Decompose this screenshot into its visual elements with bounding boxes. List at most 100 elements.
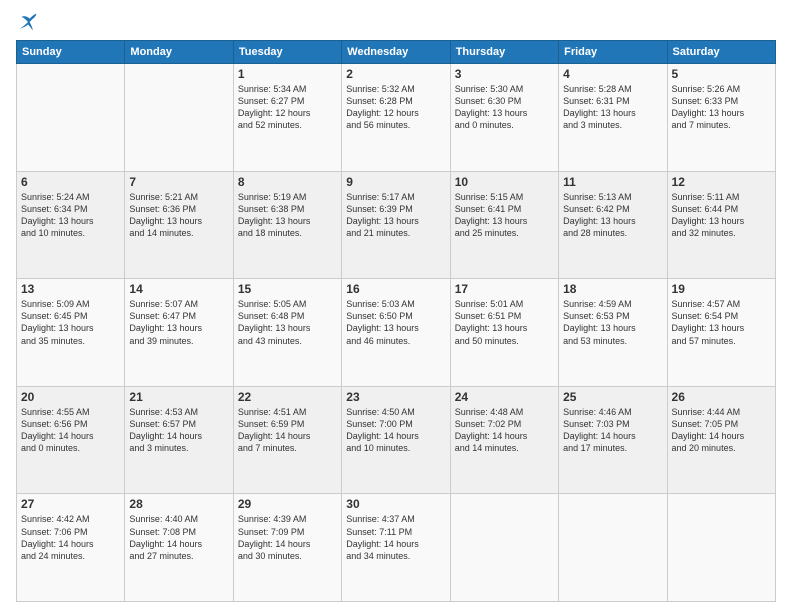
calendar-cell: 11Sunrise: 5:13 AM Sunset: 6:42 PM Dayli…: [559, 171, 667, 279]
calendar-cell: 21 Sunrise: 4:53 AM Sunset: 6:57 PM Dayli…: [125, 386, 233, 494]
calendar-cell: 29Sunrise: 4:39 AM Sunset: 7:09 PM Dayli…: [233, 494, 341, 602]
day-info: Sunrise: 4:48 AM Sunset: 7:02 PM Dayligh…: [455, 406, 554, 455]
calendar-cell: 27Sunrise: 4:42 AM Sunset: 7:06 PM Dayli…: [17, 494, 125, 602]
calendar-cell: [450, 494, 558, 602]
calendar-cell: 15 Sunrise: 5:05 AM Sunset: 6:48 PM Dayli…: [233, 279, 341, 387]
day-info: Sunrise: 4:51 AM Sunset: 6:59 PM Dayligh…: [238, 406, 337, 455]
calendar-cell: 5 Sunrise: 5:26 AM Sunset: 6:33 PM Daylig…: [667, 64, 775, 172]
calendar-cell: [125, 64, 233, 172]
day-info: Sunrise: 5:17 AM Sunset: 6:39 PM Dayligh…: [346, 191, 445, 240]
day-info: Sunrise: 4:53 AM Sunset: 6:57 PM Dayligh…: [129, 406, 228, 455]
day-info: Sunrise: 5:11 AM Sunset: 6:44 PM Dayligh…: [672, 191, 771, 240]
calendar-cell: 16 Sunrise: 5:03 AM Sunset: 6:50 PM Dayli…: [342, 279, 450, 387]
calendar-cell: 25 Sunrise: 4:46 AM Sunset: 7:03 PM Dayli…: [559, 386, 667, 494]
week-row-5: 27Sunrise: 4:42 AM Sunset: 7:06 PM Dayli…: [17, 494, 776, 602]
day-number: 2: [346, 67, 445, 81]
day-info: Sunrise: 5:21 AM Sunset: 6:36 PM Dayligh…: [129, 191, 228, 240]
day-number: 14: [129, 282, 228, 296]
calendar-header: SundayMondayTuesdayWednesdayThursdayFrid…: [17, 41, 776, 64]
calendar-cell: 28 Sunrise: 4:40 AM Sunset: 7:08 PM Dayli…: [125, 494, 233, 602]
page: SundayMondayTuesdayWednesdayThursdayFrid…: [0, 0, 792, 612]
day-number: 12: [672, 175, 771, 189]
calendar-cell: 4Sunrise: 5:28 AM Sunset: 6:31 PM Daylig…: [559, 64, 667, 172]
calendar-cell: 22Sunrise: 4:51 AM Sunset: 6:59 PM Dayli…: [233, 386, 341, 494]
calendar-cell: 26 Sunrise: 4:44 AM Sunset: 7:05 PM Dayli…: [667, 386, 775, 494]
day-info: Sunrise: 5:13 AM Sunset: 6:42 PM Dayligh…: [563, 191, 662, 240]
calendar-cell: 9 Sunrise: 5:17 AM Sunset: 6:39 PM Daylig…: [342, 171, 450, 279]
day-number: 16: [346, 282, 445, 296]
calendar-cell: 7 Sunrise: 5:21 AM Sunset: 6:36 PM Daylig…: [125, 171, 233, 279]
day-header-thursday: Thursday: [450, 41, 558, 64]
day-number: 23: [346, 390, 445, 404]
day-number: 13: [21, 282, 120, 296]
day-number: 18: [563, 282, 662, 296]
day-number: 30: [346, 497, 445, 511]
day-info: Sunrise: 4:40 AM Sunset: 7:08 PM Dayligh…: [129, 513, 228, 562]
header-row: SundayMondayTuesdayWednesdayThursdayFrid…: [17, 41, 776, 64]
calendar-cell: 10Sunrise: 5:15 AM Sunset: 6:41 PM Dayli…: [450, 171, 558, 279]
day-number: 28: [129, 497, 228, 511]
day-number: 4: [563, 67, 662, 81]
day-header-saturday: Saturday: [667, 41, 775, 64]
calendar-cell: 2Sunrise: 5:32 AM Sunset: 6:28 PM Daylig…: [342, 64, 450, 172]
week-row-1: 1 Sunrise: 5:34 AM Sunset: 6:27 PM Daylig…: [17, 64, 776, 172]
day-number: 5: [672, 67, 771, 81]
day-info: Sunrise: 5:05 AM Sunset: 6:48 PM Dayligh…: [238, 298, 337, 347]
day-number: 25: [563, 390, 662, 404]
calendar-cell: 17 Sunrise: 5:01 AM Sunset: 6:51 PM Dayli…: [450, 279, 558, 387]
day-info: Sunrise: 5:34 AM Sunset: 6:27 PM Dayligh…: [238, 83, 337, 132]
day-number: 3: [455, 67, 554, 81]
day-info: Sunrise: 5:03 AM Sunset: 6:50 PM Dayligh…: [346, 298, 445, 347]
day-info: Sunrise: 4:44 AM Sunset: 7:05 PM Dayligh…: [672, 406, 771, 455]
day-number: 15: [238, 282, 337, 296]
day-number: 26: [672, 390, 771, 404]
calendar-table: SundayMondayTuesdayWednesdayThursdayFrid…: [16, 40, 776, 602]
day-info: Sunrise: 4:39 AM Sunset: 7:09 PM Dayligh…: [238, 513, 337, 562]
day-number: 1: [238, 67, 337, 81]
week-row-2: 6Sunrise: 5:24 AM Sunset: 6:34 PM Daylig…: [17, 171, 776, 279]
day-number: 17: [455, 282, 554, 296]
calendar-cell: 13 Sunrise: 5:09 AM Sunset: 6:45 PM Dayli…: [17, 279, 125, 387]
day-info: Sunrise: 4:46 AM Sunset: 7:03 PM Dayligh…: [563, 406, 662, 455]
calendar-cell: 8 Sunrise: 5:19 AM Sunset: 6:38 PM Daylig…: [233, 171, 341, 279]
day-number: 7: [129, 175, 228, 189]
day-number: 24: [455, 390, 554, 404]
day-info: Sunrise: 4:42 AM Sunset: 7:06 PM Dayligh…: [21, 513, 120, 562]
calendar-cell: 18 Sunrise: 4:59 AM Sunset: 6:53 PM Dayli…: [559, 279, 667, 387]
calendar-cell: [17, 64, 125, 172]
day-info: Sunrise: 5:19 AM Sunset: 6:38 PM Dayligh…: [238, 191, 337, 240]
logo-bird-icon: [18, 12, 38, 32]
logo: [16, 12, 38, 32]
day-number: 10: [455, 175, 554, 189]
day-info: Sunrise: 4:57 AM Sunset: 6:54 PM Dayligh…: [672, 298, 771, 347]
day-info: Sunrise: 4:59 AM Sunset: 6:53 PM Dayligh…: [563, 298, 662, 347]
week-row-3: 13 Sunrise: 5:09 AM Sunset: 6:45 PM Dayli…: [17, 279, 776, 387]
calendar-cell: [667, 494, 775, 602]
calendar-cell: [559, 494, 667, 602]
day-info: Sunrise: 5:30 AM Sunset: 6:30 PM Dayligh…: [455, 83, 554, 132]
day-header-tuesday: Tuesday: [233, 41, 341, 64]
calendar-cell: 12 Sunrise: 5:11 AM Sunset: 6:44 PM Dayli…: [667, 171, 775, 279]
day-number: 19: [672, 282, 771, 296]
header: [16, 12, 776, 32]
day-info: Sunrise: 5:26 AM Sunset: 6:33 PM Dayligh…: [672, 83, 771, 132]
calendar-cell: 6Sunrise: 5:24 AM Sunset: 6:34 PM Daylig…: [17, 171, 125, 279]
day-number: 20: [21, 390, 120, 404]
calendar-cell: 1 Sunrise: 5:34 AM Sunset: 6:27 PM Daylig…: [233, 64, 341, 172]
day-header-sunday: Sunday: [17, 41, 125, 64]
calendar-cell: 20Sunrise: 4:55 AM Sunset: 6:56 PM Dayli…: [17, 386, 125, 494]
day-info: Sunrise: 4:50 AM Sunset: 7:00 PM Dayligh…: [346, 406, 445, 455]
calendar-body: 1 Sunrise: 5:34 AM Sunset: 6:27 PM Daylig…: [17, 64, 776, 602]
calendar-cell: 24 Sunrise: 4:48 AM Sunset: 7:02 PM Dayli…: [450, 386, 558, 494]
day-info: Sunrise: 5:24 AM Sunset: 6:34 PM Dayligh…: [21, 191, 120, 240]
day-info: Sunrise: 5:01 AM Sunset: 6:51 PM Dayligh…: [455, 298, 554, 347]
calendar-cell: 3 Sunrise: 5:30 AM Sunset: 6:30 PM Daylig…: [450, 64, 558, 172]
day-number: 9: [346, 175, 445, 189]
day-info: Sunrise: 5:09 AM Sunset: 6:45 PM Dayligh…: [21, 298, 120, 347]
calendar-cell: 14 Sunrise: 5:07 AM Sunset: 6:47 PM Dayli…: [125, 279, 233, 387]
day-number: 8: [238, 175, 337, 189]
day-header-monday: Monday: [125, 41, 233, 64]
day-number: 21: [129, 390, 228, 404]
day-info: Sunrise: 4:37 AM Sunset: 7:11 PM Dayligh…: [346, 513, 445, 562]
day-info: Sunrise: 5:07 AM Sunset: 6:47 PM Dayligh…: [129, 298, 228, 347]
